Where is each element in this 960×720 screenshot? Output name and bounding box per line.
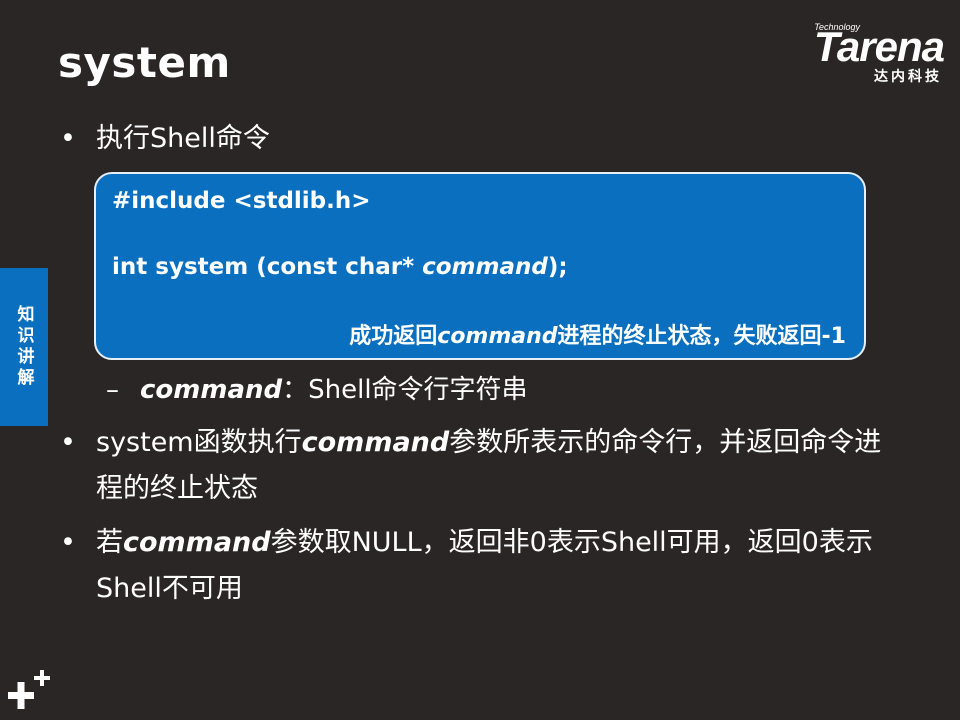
sub-text: ：Shell命令行字符串	[282, 375, 528, 405]
bullet-param: command	[301, 427, 450, 458]
code-signature-param: command	[422, 254, 548, 280]
bullet-dot: •	[60, 123, 76, 154]
bullet-item: • 若command参数取NULL，返回非0表示Shell可用，返回0表示She…	[60, 520, 896, 612]
code-return-note: 成功返回command进程的终止状态，失败返回-1	[349, 318, 846, 350]
code-note-param: command	[437, 324, 558, 349]
code-note-post: 进程的终止状态，失败返回-1	[557, 324, 846, 349]
bullet-text: 执行Shell命令	[96, 123, 270, 154]
code-signature-line: int system (const char* command);	[112, 254, 568, 280]
bullet-item: • 执行Shell命令	[60, 116, 270, 162]
logo-subtitle: 达内科技	[874, 69, 942, 85]
tarena-logo: Technology Tarena 达内科技	[774, 22, 945, 86]
bullet-pre: system函数执行	[96, 427, 302, 458]
sub-param: command	[140, 375, 283, 405]
plus-logo-icon	[8, 670, 50, 709]
side-tab: 知识讲解	[0, 268, 48, 426]
code-include-line: #include <stdlib.h>	[112, 188, 371, 214]
slide-title: system	[58, 38, 231, 87]
bullet-param: command	[123, 527, 271, 558]
sub-dash: –	[106, 375, 119, 405]
bullet-dot: •	[60, 527, 76, 558]
side-tab-label: 知识讲解	[13, 305, 34, 389]
sub-item: – command：Shell命令行字符串	[106, 370, 528, 410]
code-signature-post: );	[547, 254, 568, 280]
code-note-pre: 成功返回	[349, 324, 438, 349]
code-box: #include <stdlib.h> int system (const ch…	[94, 172, 866, 360]
bullet-pre: 若	[96, 527, 123, 558]
bullet-item: • system函数执行command参数所表示的命令行，并返回命令进程的终止状…	[60, 420, 896, 512]
bullet-dot: •	[60, 427, 76, 458]
code-signature-pre: int system (const char*	[112, 254, 423, 280]
logo-wordmark: Tarena	[813, 23, 945, 70]
